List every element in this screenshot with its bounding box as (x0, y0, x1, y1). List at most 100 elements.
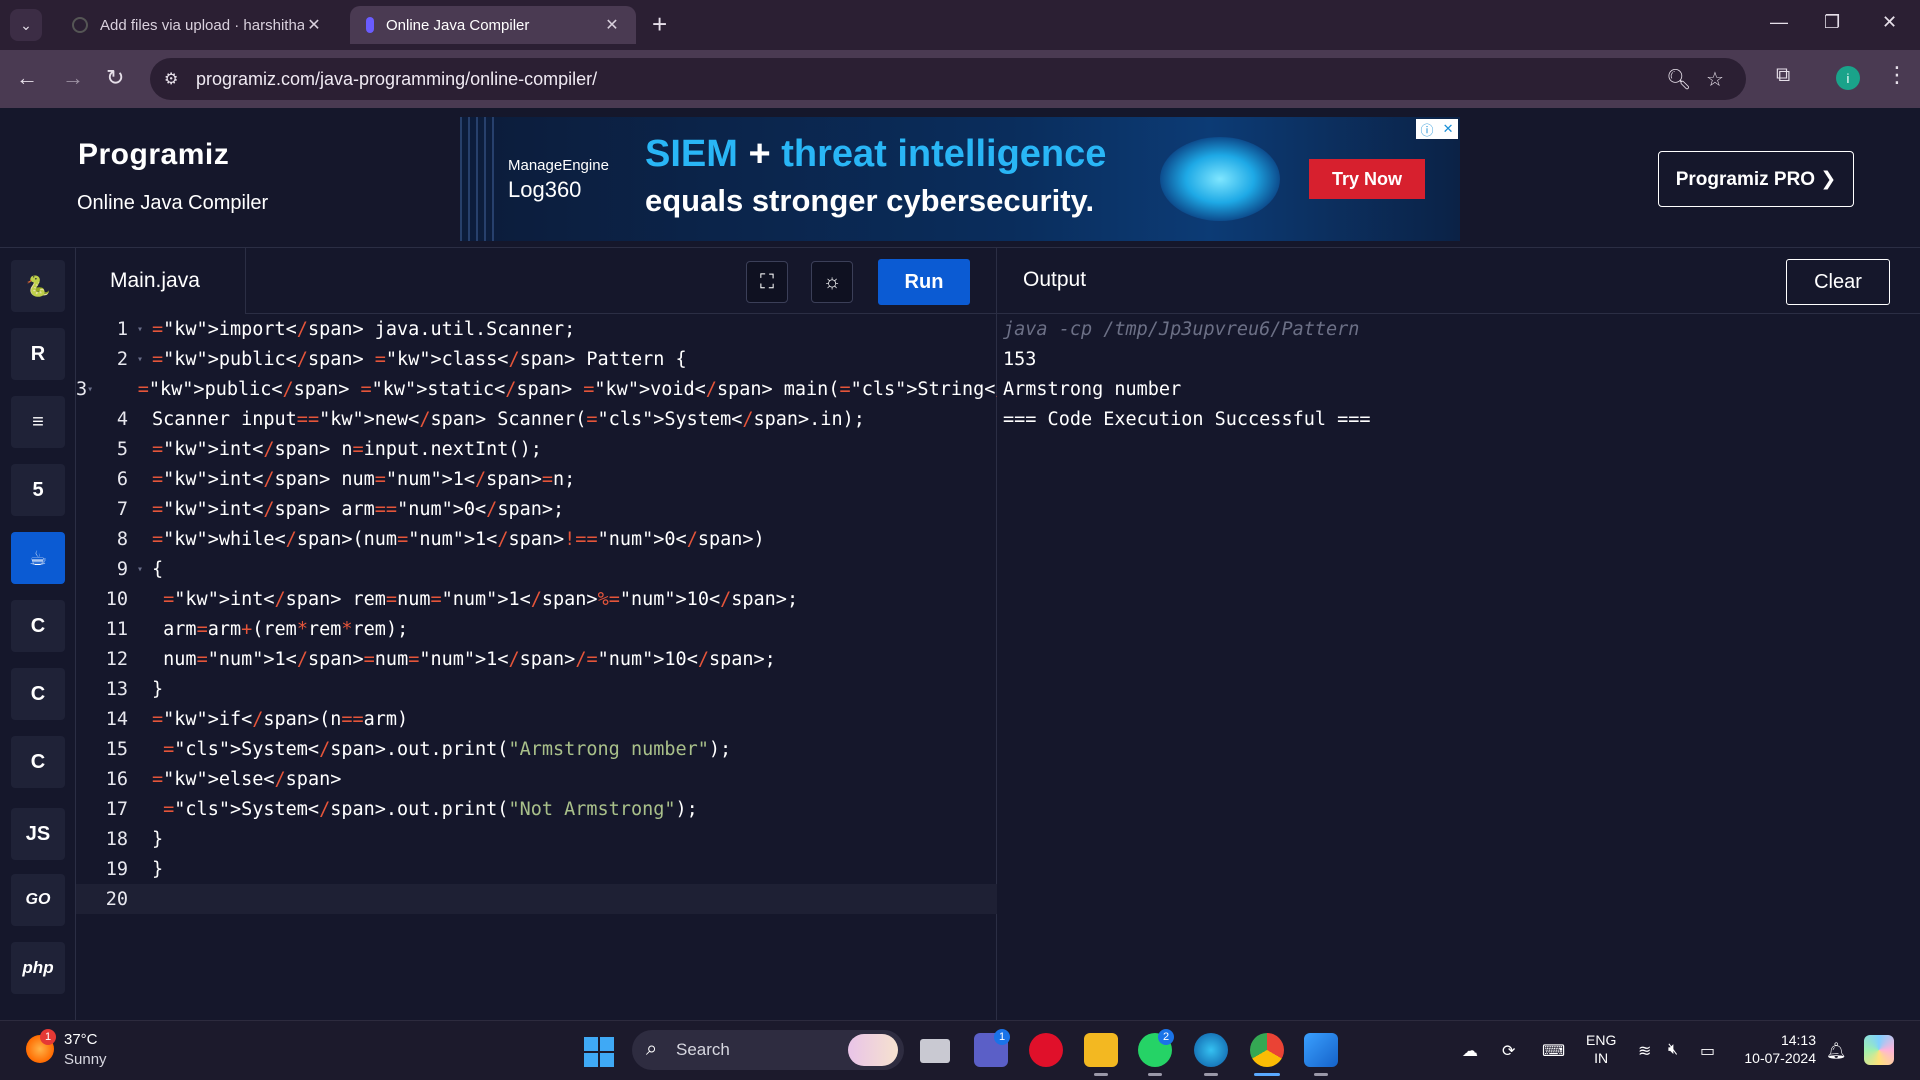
code-line[interactable]: 17 ="cls">System</span>.out.print("Not A… (76, 794, 997, 824)
weather-condition[interactable]: Sunny (64, 1051, 107, 1068)
code-line[interactable]: 20 (76, 884, 997, 914)
code-line[interactable]: 6 ="kw">int</span> num="num">1</span>=n; (76, 464, 997, 494)
active-indicator (1254, 1073, 1280, 1076)
lang-javascript[interactable]: JS (11, 808, 65, 860)
keyboard-icon[interactable]: ⌨ (1542, 1041, 1565, 1061)
lang-python[interactable]: 🐍 (11, 260, 65, 312)
line-number: 3 (76, 378, 88, 400)
code-line[interactable]: 3 ▾ ="kw">public</span> ="kw">static</spa… (76, 374, 1174, 404)
ad-controls[interactable]: ⓘ ✕ (1416, 119, 1458, 139)
fold-arrow-icon[interactable]: ▾ (128, 354, 152, 365)
site-info-icon[interactable]: ⚙ (164, 69, 178, 89)
code-area[interactable]: 1 ▾ ="kw">import</span> java.util.Scanner;… (76, 314, 1174, 1020)
start-tile (584, 1053, 598, 1067)
copilot-icon[interactable] (1864, 1035, 1894, 1065)
ad-info-icon[interactable]: ⓘ (1421, 120, 1434, 139)
back-icon[interactable]: ← (16, 66, 38, 90)
fullscreen-icon: ⛶ (760, 270, 774, 293)
ad-try-now-button[interactable]: Try Now (1309, 159, 1425, 199)
code-line[interactable]: 8 ="kw">while</span>(num="num">1</span>!=… (76, 524, 997, 554)
browser-tab-programiz[interactable]: Online Java Compiler ✕ (350, 6, 636, 44)
line-number: 10 (105, 588, 128, 610)
advertisement-banner[interactable]: ManageEngine Log360 SIEM + threat intell… (460, 117, 1460, 241)
fold-arrow-icon[interactable]: ▾ (128, 324, 152, 335)
lang-cpp[interactable]: C (11, 668, 65, 720)
extensions-icon[interactable]: ⧉ (1776, 64, 1790, 87)
lang-php[interactable]: php (11, 942, 65, 994)
lang-html[interactable]: 5 (11, 464, 65, 516)
ad-close-icon[interactable]: ✕ (1443, 121, 1454, 137)
lang-c[interactable]: C (11, 600, 65, 652)
line-number: 11 (105, 618, 128, 640)
bookmark-star-icon[interactable]: ☆ (1706, 67, 1724, 92)
ad-subline: equals stronger cybersecurity. (645, 183, 1095, 218)
onedrive-icon[interactable]: ☁ (1462, 1041, 1478, 1061)
restore-icon[interactable]: ❐ (1824, 12, 1840, 33)
browser-tab-github[interactable]: Add files via upload · harshitha3 ✕ (56, 6, 338, 44)
code-line[interactable]: 5 ="kw">int</span> n=input.nextInt(); (76, 434, 997, 464)
taskbar-search[interactable]: ⌕ Search (632, 1030, 904, 1070)
system-clock[interactable]: 14:13 10-07-2024 (1736, 1031, 1816, 1067)
lang-go[interactable]: GO (11, 874, 65, 926)
forward-icon[interactable]: → (62, 66, 84, 90)
code-line[interactable]: 10 ="kw">int</span> rem=num="num">1</spa… (76, 584, 997, 614)
task-view-icon[interactable] (920, 1039, 950, 1063)
code-line[interactable]: 18} (76, 824, 997, 854)
volume-muted-icon[interactable]: 🔇︎ (1668, 1041, 1678, 1059)
code-line[interactable]: 14 ="kw">if</span>(n==arm) (76, 704, 997, 734)
close-icon[interactable]: ✕ (304, 15, 324, 35)
windows-taskbar: 1 37°C Sunny ⌕ Search 1 2 ☁ ⟳ ⌨ ENG IN ≋… (0, 1020, 1920, 1080)
tab-search-button[interactable]: ⌄ (10, 9, 42, 41)
browser-menu-icon[interactable]: ⋮ (1886, 62, 1908, 88)
run-button[interactable]: Run (878, 259, 970, 305)
chrome-icon[interactable] (1250, 1033, 1284, 1067)
code-line[interactable]: 15 ="cls">System</span>.out.print("Armst… (76, 734, 997, 764)
edge-icon[interactable] (1194, 1033, 1228, 1067)
zoom-icon[interactable]: 🔍︎ (1666, 67, 1691, 92)
code-line[interactable]: 1 ▾ ="kw">import</span> java.util.Scanner; (76, 314, 997, 344)
output-console[interactable]: java -cp /tmp/Jp3upvreu6/Pattern 153 Arm… (1003, 314, 1371, 434)
url-text: programiz.com/java-programming/online-co… (196, 69, 598, 89)
sync-icon[interactable]: ⟳ (1502, 1041, 1515, 1061)
clear-button[interactable]: Clear (1786, 259, 1890, 305)
lang-r[interactable]: R (11, 328, 65, 380)
lang-java[interactable]: ☕ (11, 532, 65, 584)
programiz-pro-button[interactable]: Programiz PRO ❯ (1658, 151, 1854, 207)
new-tab-button[interactable]: + (652, 11, 667, 37)
fullscreen-button[interactable]: ⛶ (746, 261, 788, 303)
notification-bell-icon[interactable]: 🔔︎ (1826, 1041, 1846, 1061)
close-icon[interactable]: ✕ (602, 15, 622, 35)
code-line[interactable]: 2 ▾ ="kw">public</span> ="kw">class</span>… (76, 344, 997, 374)
programiz-logo[interactable]: Programiz (78, 138, 229, 172)
file-explorer-icon[interactable] (1084, 1033, 1118, 1067)
reload-icon[interactable]: ↻ (106, 66, 124, 90)
minimize-icon[interactable]: — (1770, 12, 1788, 33)
code-line[interactable]: 13} (76, 674, 997, 704)
lang-sql[interactable]: ≡ (11, 396, 65, 448)
line-number: 15 (105, 738, 128, 760)
teams-badge: 1 (994, 1029, 1010, 1045)
battery-icon[interactable]: ▭ (1700, 1041, 1715, 1061)
code-line[interactable]: 16 ="kw">else</span> (76, 764, 997, 794)
file-tab-main[interactable]: Main.java (76, 248, 246, 314)
line-number: 17 (105, 798, 128, 820)
code-line[interactable]: 7 ="kw">int</span> arm=="num">0</span>; (76, 494, 997, 524)
address-bar[interactable]: ⚙ programiz.com/java-programming/online-… (150, 58, 1746, 100)
code-line[interactable]: 12 num="num">1</span>=num="num">1</span>… (76, 644, 997, 674)
windows-start-button[interactable] (584, 1037, 614, 1067)
weather-temperature[interactable]: 37°C (64, 1031, 98, 1048)
theme-toggle-button[interactable]: ☼ (811, 261, 853, 303)
js-icon: JS (25, 822, 51, 845)
code-line[interactable]: 9 ▾{ (76, 554, 997, 584)
fold-arrow-icon[interactable]: ▾ (128, 564, 152, 575)
code-line[interactable]: 11 arm=arm+(rem*rem*rem); (76, 614, 997, 644)
code-line[interactable]: 4 Scanner input=="kw">new</span> Scanner(… (76, 404, 997, 434)
input-language[interactable]: ENG IN (1586, 1031, 1616, 1067)
opera-icon[interactable] (1029, 1033, 1063, 1067)
profile-avatar[interactable]: i (1836, 66, 1860, 90)
photos-icon[interactable] (1304, 1033, 1338, 1067)
lang-csharp[interactable]: C (11, 736, 65, 788)
code-line[interactable]: 19} (76, 854, 997, 884)
close-window-icon[interactable]: ✕ (1882, 12, 1897, 33)
wifi-icon[interactable]: ≋ (1638, 1041, 1651, 1061)
